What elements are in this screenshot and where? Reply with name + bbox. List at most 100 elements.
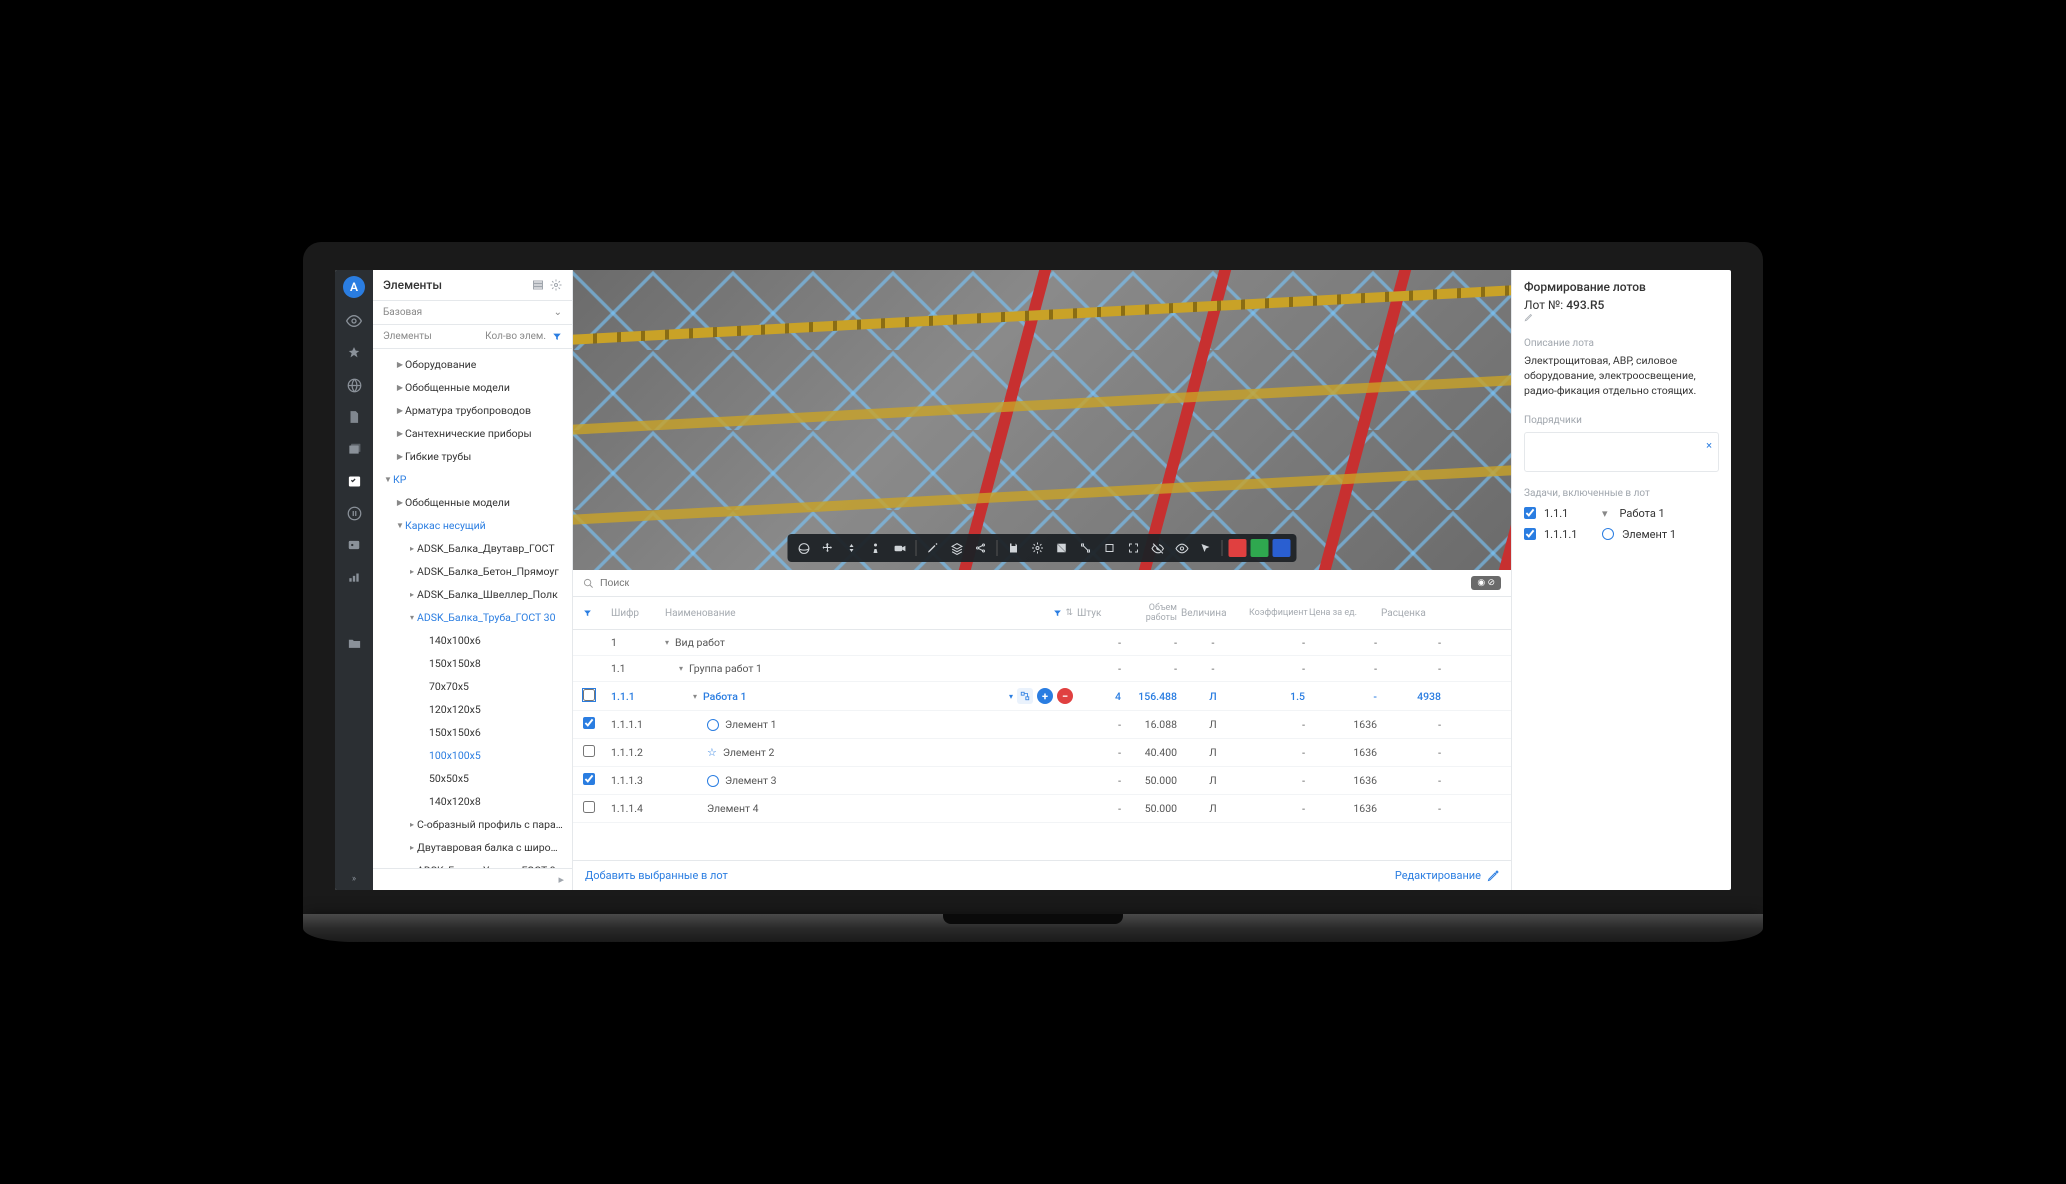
tree-item[interactable]: 120x120x5 — [373, 698, 572, 721]
tree-item[interactable]: ▶Арматура трубопроводов — [373, 399, 572, 422]
pause-icon[interactable] — [345, 504, 363, 522]
camera-icon[interactable] — [890, 538, 910, 558]
3d-viewer[interactable] — [573, 270, 1511, 570]
tree-item[interactable]: 70x70x5 — [373, 675, 572, 698]
first-person-icon[interactable] — [866, 538, 886, 558]
remove-icon[interactable]: − — [1057, 688, 1073, 704]
search-input[interactable] — [600, 577, 1465, 589]
table-row[interactable]: 1.1.1.1Элемент 1-16.088Л-1636- — [573, 711, 1511, 739]
tree-item[interactable]: 140x120x8 — [373, 790, 572, 813]
pan-icon[interactable] — [818, 538, 838, 558]
measure-icon[interactable] — [1076, 538, 1096, 558]
tree-item[interactable]: ▶Сантехнические приборы — [373, 422, 572, 445]
table-row[interactable]: 1.1.1▾Работа 1▾+−4156.488Л1.5-4938 — [573, 682, 1511, 711]
pin-icon[interactable] — [345, 344, 363, 362]
col-name[interactable]: Наименование — [665, 608, 736, 619]
app-logo[interactable]: A — [343, 276, 365, 298]
table-row[interactable]: 1.1.1.2☆Элемент 2-40.400Л-1636- — [573, 739, 1511, 767]
color-green[interactable] — [1251, 539, 1269, 557]
color-blue[interactable] — [1273, 539, 1291, 557]
tree-item[interactable]: ▼КР — [373, 468, 572, 491]
expand-icon[interactable]: ▾ — [1009, 692, 1013, 701]
tree-item[interactable]: 100x100x5 — [373, 744, 572, 767]
close-icon[interactable]: × — [1706, 439, 1712, 452]
tree-item[interactable]: 150x150x6 — [373, 721, 572, 744]
hide-icon[interactable] — [1148, 538, 1168, 558]
files-icon[interactable] — [345, 440, 363, 458]
tree-item[interactable]: 50x50x5 — [373, 767, 572, 790]
eye-icon[interactable] — [345, 312, 363, 330]
row-checkbox[interactable] — [583, 745, 595, 757]
filter-icon[interactable] — [583, 609, 592, 618]
layers-icon[interactable] — [947, 538, 967, 558]
col-volume[interactable]: Объем работы — [1125, 603, 1177, 623]
orbit-icon[interactable] — [794, 538, 814, 558]
tree-item[interactable]: ▸ADSK_Балка_Швеллер_Полк — [373, 583, 572, 606]
panel-classification[interactable]: Базовая ⌄ — [373, 301, 572, 325]
row-checkbox[interactable] — [583, 801, 595, 813]
search-tag[interactable]: ◉ ⊘ — [1471, 576, 1501, 590]
tree-item[interactable]: 150x150x8 — [373, 652, 572, 675]
table-row[interactable]: 1.1.1.3Элемент 3-50.000Л-1636- — [573, 767, 1511, 795]
tree-item[interactable]: ▸ADSK_Балка_Бетон_Прямоуг — [373, 560, 572, 583]
checklist-icon[interactable] — [345, 472, 363, 490]
sort-icon[interactable]: ⇅ — [1065, 608, 1073, 618]
col-coef[interactable]: Коэффициент — [1249, 608, 1305, 618]
table-row[interactable]: 1.1.1.4Элемент 4-50.000Л-1636- — [573, 795, 1511, 823]
tree-item[interactable]: ▶Оборудование — [373, 353, 572, 376]
tree-action-icon[interactable] — [1017, 688, 1033, 704]
tree-item[interactable]: ▸ADSK_Балка_Двутавр_ГОСТ — [373, 537, 572, 560]
tree-item[interactable]: ▸С-образный профиль с пара… — [373, 813, 572, 836]
share-icon[interactable] — [971, 538, 991, 558]
tree-item[interactable]: ▾ADSK_Балка_Труба_ГОСТ 30 — [373, 606, 572, 629]
viewer-scene — [573, 270, 1511, 570]
contrast-icon[interactable] — [1052, 538, 1072, 558]
fit-icon[interactable] — [1124, 538, 1144, 558]
scroll-right-icon[interactable]: ▸ — [558, 873, 564, 886]
contractors-box[interactable]: × — [1524, 432, 1719, 472]
zoom-icon[interactable] — [842, 538, 862, 558]
edit-icon[interactable] — [923, 538, 943, 558]
col-code[interactable]: Шифр — [611, 608, 661, 619]
gear-icon[interactable] — [1028, 538, 1048, 558]
tree-item[interactable]: ▶Гибкие трубы — [373, 445, 572, 468]
row-checkbox[interactable] — [583, 773, 595, 785]
chart-icon[interactable] — [345, 568, 363, 586]
edit-lot-icon[interactable] — [1524, 312, 1719, 322]
color-red[interactable] — [1229, 539, 1247, 557]
edit-button[interactable]: Редактирование — [1395, 869, 1499, 882]
col-pcs[interactable]: Штук — [1077, 608, 1121, 619]
tree-item[interactable]: ▶Обобщенные модели — [373, 376, 572, 399]
table-row[interactable]: 1.1▾Группа работ 1------ — [573, 656, 1511, 682]
list-view-icon[interactable] — [532, 279, 544, 291]
select-icon[interactable] — [1196, 538, 1216, 558]
filter-icon[interactable] — [552, 332, 562, 342]
document-icon[interactable] — [345, 408, 363, 426]
section-icon[interactable] — [1100, 538, 1120, 558]
tree-item[interactable]: ▸Двутавровая балка с широ… — [373, 836, 572, 859]
globe-icon[interactable] — [345, 376, 363, 394]
tree-item[interactable]: ▶Обобщенные модели — [373, 491, 572, 514]
task-checkbox[interactable] — [1524, 528, 1536, 540]
filter-icon[interactable] — [1053, 609, 1062, 618]
task-row[interactable]: 1.1.1.1Элемент 1 — [1524, 528, 1719, 541]
col-price[interactable]: Цена за ед. — [1309, 608, 1377, 618]
tree-item[interactable]: ▼Каркас несущий — [373, 514, 572, 537]
task-row[interactable]: 1.1.1▾Работа 1 — [1524, 507, 1719, 520]
task-checkbox[interactable] — [1524, 507, 1536, 519]
folder-icon[interactable] — [345, 634, 363, 652]
col-unit[interactable]: Величина — [1181, 608, 1245, 619]
table-row[interactable]: 1▾Вид работ------ — [573, 630, 1511, 656]
add-to-lot-button[interactable]: Добавить выбранные в лот — [585, 869, 728, 882]
collapse-rail-icon[interactable]: » — [352, 874, 356, 884]
tree-item[interactable]: ▸ADSK_Балка_Уголок_ГОСТ 8 — [373, 859, 572, 868]
col-est[interactable]: Расценка — [1381, 608, 1441, 619]
show-icon[interactable] — [1172, 538, 1192, 558]
contact-icon[interactable] — [345, 536, 363, 554]
tree-item[interactable]: 140x100x6 — [373, 629, 572, 652]
save-icon[interactable] — [1004, 538, 1024, 558]
settings-icon[interactable] — [550, 279, 562, 291]
row-checkbox[interactable] — [583, 717, 595, 729]
row-checkbox[interactable] — [583, 689, 595, 701]
add-icon[interactable]: + — [1037, 688, 1053, 704]
